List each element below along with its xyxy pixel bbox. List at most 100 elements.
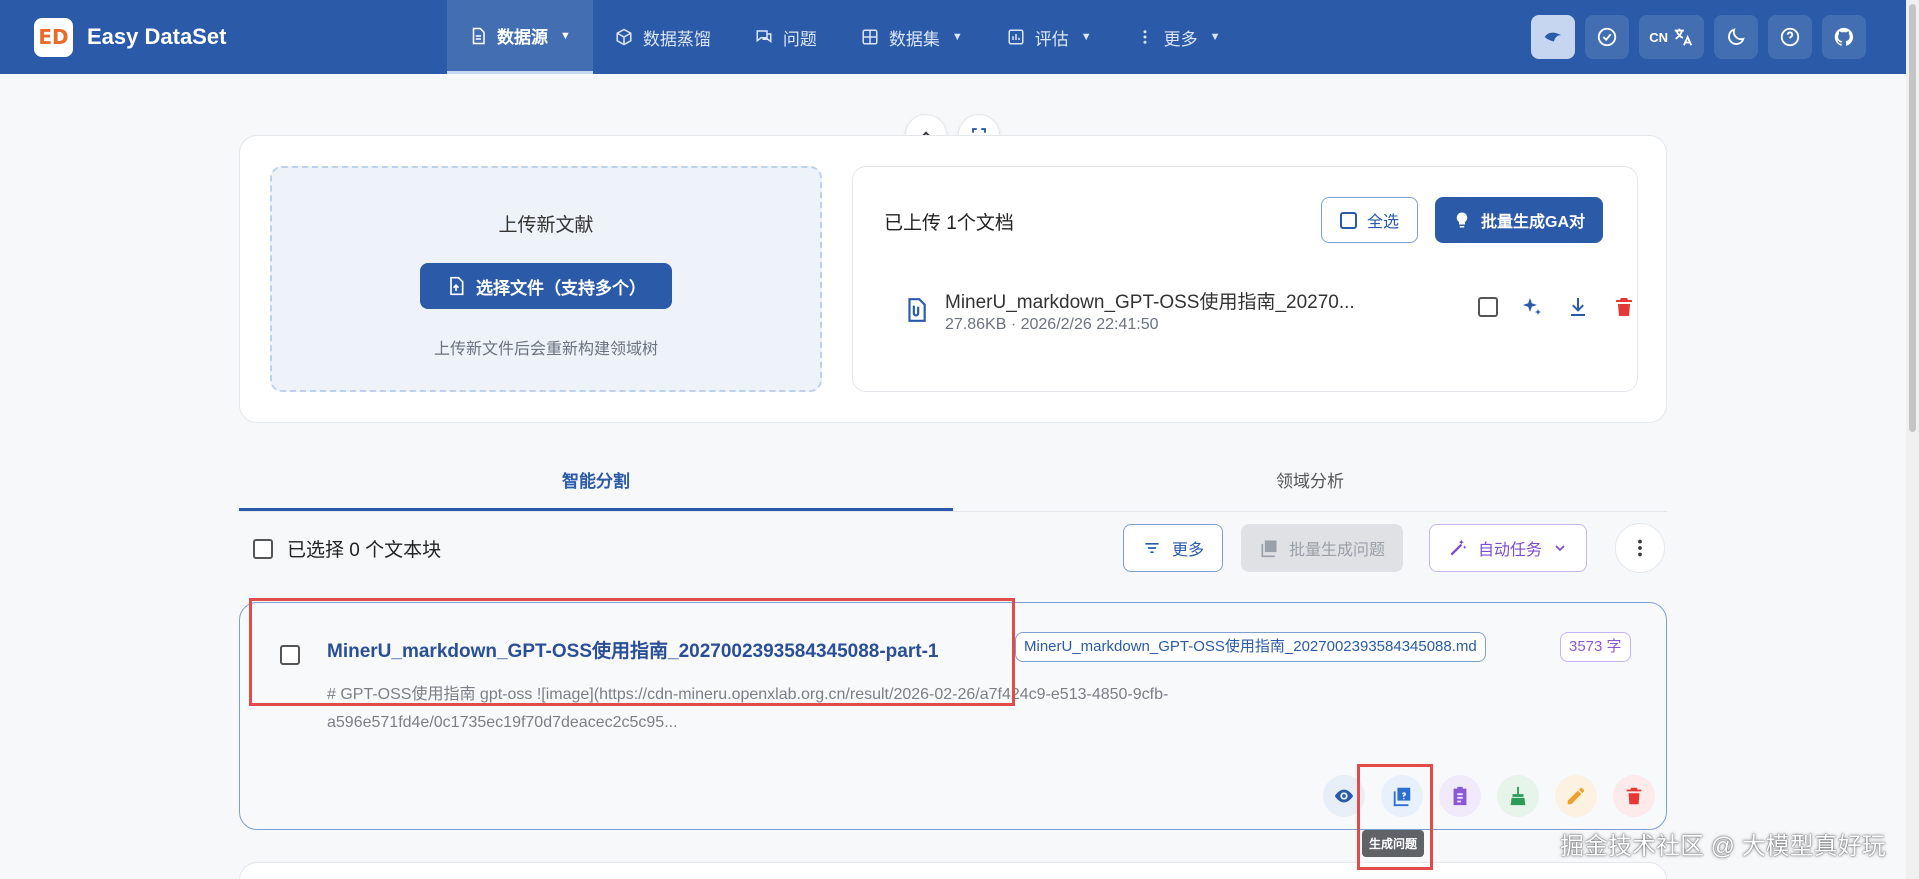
eye-icon xyxy=(1334,789,1354,803)
magic-wand-icon xyxy=(1450,539,1467,556)
language-button[interactable]: CN xyxy=(1639,15,1704,59)
nav-item-more[interactable]: 更多 ▼ xyxy=(1114,0,1243,74)
upload-hint: 上传新文件后会重新构建领域树 xyxy=(433,341,658,358)
auto-task-button[interactable]: 自动任务 xyxy=(1429,524,1588,572)
nav-item-label: 数据源 xyxy=(497,28,548,47)
file-actions xyxy=(1478,295,1636,319)
app-name: Easy DataSet xyxy=(87,24,227,49)
file-meta: 27.86KB · 2026/2/26 22:41:50 xyxy=(945,316,1159,333)
select-all-button[interactable]: 全选 xyxy=(1321,197,1419,243)
caret-down-icon: ▼ xyxy=(1080,31,1092,43)
document-icon xyxy=(472,27,485,44)
more-filter-label: 更多 xyxy=(1172,542,1205,559)
attachment-file-icon xyxy=(908,298,926,322)
theme-toggle-button[interactable] xyxy=(1714,15,1758,59)
selection-status: 已选择 0 个文本块 xyxy=(253,535,441,562)
choose-file-label: 选择文件（支持多个） xyxy=(476,278,646,298)
header-tools: CN xyxy=(1531,15,1866,59)
trash-icon xyxy=(1626,787,1642,805)
filter-icon xyxy=(1145,543,1159,553)
tab-domain-analysis[interactable]: 领域分析 xyxy=(953,460,1667,511)
content-tabs: 智能分割 领域分析 xyxy=(239,460,1667,512)
chunk-file-tag: MinerU_markdown_GPT-OSS使用指南_202700239358… xyxy=(1015,632,1486,662)
page-scrollbar[interactable] xyxy=(1906,0,1919,879)
sparkle-icon[interactable] xyxy=(1520,295,1544,319)
checkbox-icon xyxy=(1340,211,1357,229)
file-name: MinerU_markdown_GPT-OSS使用指南_20270... xyxy=(945,292,1355,313)
model-icon xyxy=(1544,32,1562,42)
auto-task-label: 自动任务 xyxy=(1478,542,1543,559)
dots-vertical-icon xyxy=(1143,30,1147,44)
nav-item-evaluation[interactable]: 评估 ▼ xyxy=(985,0,1114,74)
language-label: CN xyxy=(1649,29,1668,45)
broom-icon xyxy=(1510,786,1526,806)
generate-questions-tooltip: 生成问题 xyxy=(1362,830,1425,857)
file-item[interactable]: MinerU_markdown_GPT-OSS使用指南_20270... 27.… xyxy=(903,285,1632,341)
help-button[interactable] xyxy=(1768,15,1812,59)
check-circle-icon xyxy=(1598,27,1617,47)
watermark-text: 掘金技术社区 @ 大模型真好玩 xyxy=(1560,833,1886,860)
github-icon xyxy=(1834,27,1854,46)
uploaded-files-panel: 已上传 1个文档 全选 批量生成GA对 MinerU_markdown_GPT-… xyxy=(852,166,1638,392)
delete-chunk-button[interactable] xyxy=(1613,775,1655,817)
batch-generate-questions-label: 批量生成问题 xyxy=(1289,542,1386,559)
nav-item-label: 评估 xyxy=(1034,29,1069,49)
choose-file-button[interactable]: 选择文件（支持多个） xyxy=(420,263,672,309)
brand[interactable]: ED Easy DataSet xyxy=(34,17,434,57)
app-logo: ED xyxy=(34,17,73,57)
edit-chunk-button[interactable] xyxy=(1555,775,1597,817)
model-switch-button[interactable] xyxy=(1531,15,1576,59)
chunk-char-count-tag: 3573 字 xyxy=(1560,632,1631,662)
nav-item-datasets[interactable]: 数据集 ▼ xyxy=(839,0,985,74)
question-box-icon xyxy=(1261,540,1277,558)
translate-icon xyxy=(1674,28,1693,46)
file-upload-icon xyxy=(450,276,464,296)
file-select-checkbox[interactable] xyxy=(1478,297,1498,317)
toolbar-menu-button[interactable] xyxy=(1615,523,1665,573)
caret-down-icon: ▼ xyxy=(951,31,963,43)
github-button[interactable] xyxy=(1822,15,1866,59)
more-filter-button[interactable]: 更多 xyxy=(1123,524,1224,572)
clipboard-icon xyxy=(1453,786,1467,806)
select-all-label: 全选 xyxy=(1367,214,1400,231)
moon-icon xyxy=(1728,28,1745,45)
tab-smart-split[interactable]: 智能分割 xyxy=(239,460,953,511)
nav-item-label: 问题 xyxy=(782,29,817,49)
lightbulb-icon xyxy=(1456,212,1468,228)
nav-item-data-source[interactable]: 数据源 ▼ xyxy=(447,0,593,74)
nav-item-distill[interactable]: 数据蒸馏 xyxy=(593,0,733,74)
main-nav: 数据源 ▼ 数据蒸馏 问题 数据集 ▼ 评估 ▼ 更多 ▼ xyxy=(447,0,1243,74)
task-check-button[interactable] xyxy=(1585,15,1630,59)
pencil-icon xyxy=(1567,787,1585,805)
copy-chunk-button[interactable] xyxy=(1439,775,1481,817)
scrollbar-thumb[interactable] xyxy=(1909,4,1916,432)
download-icon[interactable] xyxy=(1566,295,1590,319)
dots-vertical-icon xyxy=(1638,539,1642,557)
nav-item-label: 数据集 xyxy=(888,29,940,49)
nav-item-label: 更多 xyxy=(1163,29,1198,49)
upload-panel: 上传新文献 选择文件（支持多个） 上传新文件后会重新构建领域树 已上传 1个文档… xyxy=(239,135,1667,423)
next-chunk-card[interactable] xyxy=(239,862,1667,879)
batch-generate-ga-label: 批量生成GA对 xyxy=(1481,214,1586,231)
grid-icon xyxy=(862,29,878,45)
selected-count-text: 已选择 0 个文本块 xyxy=(287,540,442,561)
nav-item-label: 数据蒸馏 xyxy=(642,29,711,49)
chevron-down-icon xyxy=(1555,545,1565,552)
top-nav-bar: ED Easy DataSet 数据源 ▼ 数据蒸馏 问题 数据集 ▼ 评估 ▼ xyxy=(0,0,1906,74)
clean-chunk-button[interactable] xyxy=(1497,775,1539,817)
chat-icon xyxy=(756,30,772,43)
caret-down-icon: ▼ xyxy=(560,29,571,42)
batch-generate-questions-button[interactable]: 批量生成问题 xyxy=(1241,524,1404,572)
trash-icon[interactable] xyxy=(1612,295,1636,319)
title-highlight-box xyxy=(249,598,1015,706)
chart-icon xyxy=(1008,29,1024,45)
uploaded-files-title: 已上传 1个文档 xyxy=(884,213,1014,234)
upload-dropzone[interactable]: 上传新文献 选择文件（支持多个） 上传新文件后会重新构建领域树 xyxy=(270,166,822,392)
caret-down-icon: ▼ xyxy=(1209,31,1221,43)
batch-generate-ga-button[interactable]: 批量生成GA对 xyxy=(1435,197,1604,243)
help-icon xyxy=(1780,27,1800,47)
nav-item-questions[interactable]: 问题 xyxy=(733,0,839,74)
cube-icon xyxy=(616,28,632,46)
upload-title: 上传新文献 xyxy=(498,215,594,236)
select-all-chunks-checkbox[interactable] xyxy=(253,538,273,559)
